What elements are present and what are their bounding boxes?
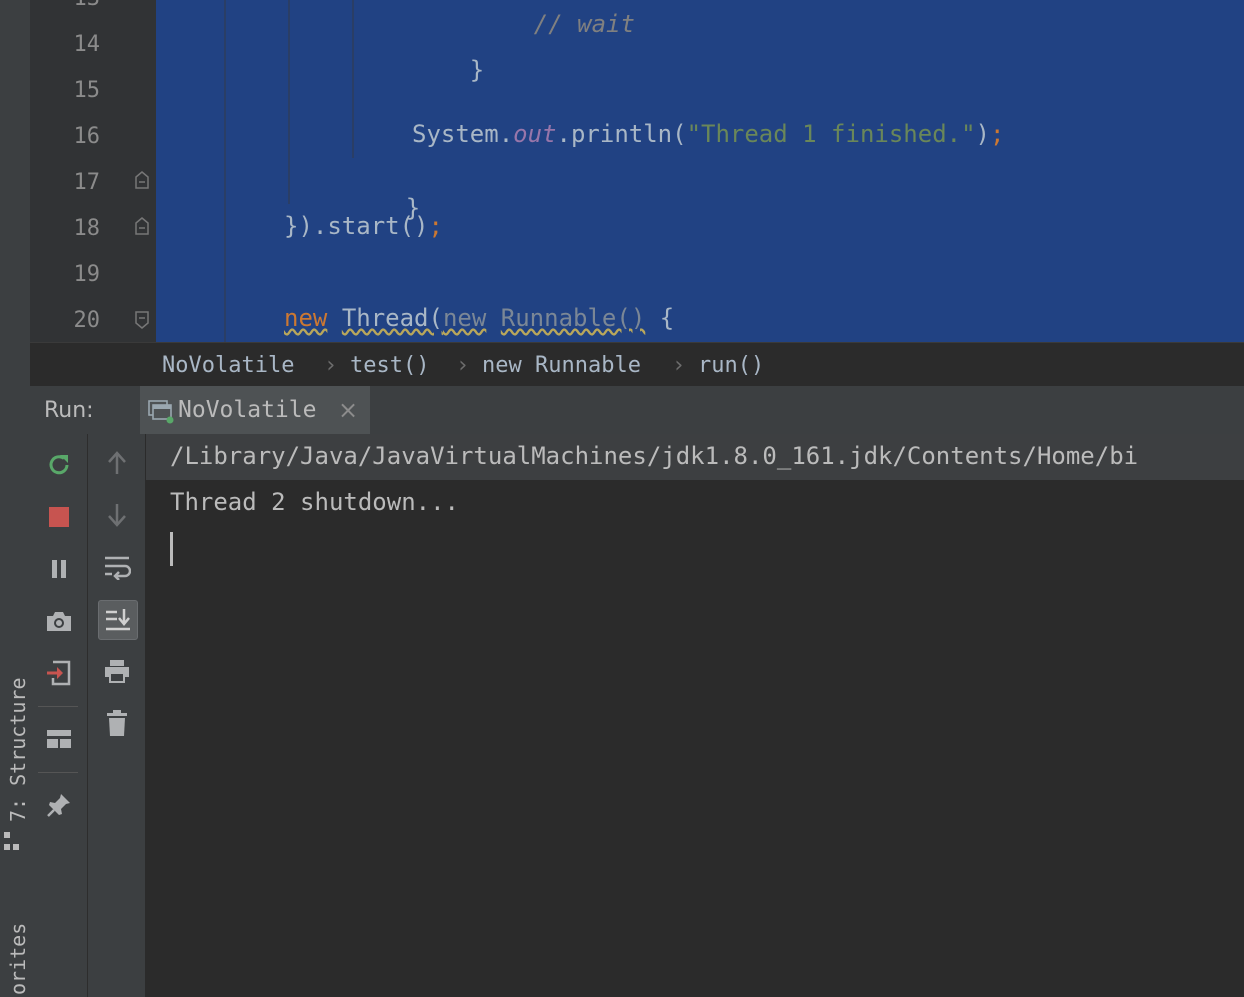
println-text: .println(: [556, 120, 687, 148]
stop-button[interactable]: [40, 498, 78, 536]
run-toolbar-primary: [30, 434, 88, 997]
semicolon: ;: [990, 120, 1005, 148]
rerun-button[interactable]: [40, 446, 78, 484]
code-line-20: new Thread(new Runnable() {: [284, 304, 674, 332]
fold-start-icon[interactable]: [134, 311, 150, 329]
new-keyword-grey: new: [442, 304, 487, 332]
restore-layout-button[interactable]: [40, 654, 78, 692]
structure-tab-label: 7: Structure: [6, 677, 30, 823]
string-literal: "Thread 1 finished.": [686, 120, 976, 148]
run-tool-window-header: Run: NoVolatile ×: [30, 386, 1244, 435]
indent-guide: [224, 0, 226, 342]
close-icon[interactable]: ×: [338, 396, 358, 424]
out-field: out: [513, 120, 557, 148]
chevron-right-icon: ›: [456, 353, 470, 378]
line-number: 19: [73, 262, 101, 287]
layout-button[interactable]: [40, 720, 78, 758]
line-number: 14: [73, 32, 101, 57]
restore-layout-icon: [47, 660, 71, 686]
open-brace: {: [659, 304, 675, 332]
previous-occurrence-button[interactable]: [98, 444, 136, 482]
console-output-line: Thread 2 shutdown...: [170, 488, 459, 516]
trash-icon: [107, 710, 127, 736]
indent-guide: [352, 0, 354, 158]
fold-end-icon[interactable]: [134, 217, 150, 235]
down-arrow-icon: [108, 504, 126, 527]
line-number: 18: [73, 216, 101, 241]
breadcrumb-item-class[interactable]: NoVolatile: [162, 353, 294, 378]
soft-wrap-icon: [105, 556, 131, 580]
scroll-to-end-icon: [106, 609, 130, 631]
breadcrumb-item-run[interactable]: run(): [698, 353, 764, 378]
scroll-to-end-button[interactable]: [98, 600, 138, 640]
code-editor[interactable]: // wait } System.out.println("Thread 1 f…: [156, 0, 1244, 342]
breadcrumb-item-runnable[interactable]: new Runnable: [482, 353, 641, 378]
semicolon: ;: [428, 212, 443, 240]
indent-guide: [288, 0, 290, 204]
favorites-tab-label: orites: [6, 922, 30, 995]
up-arrow-icon: [108, 451, 126, 474]
breadcrumb-item-method[interactable]: test(): [350, 353, 429, 378]
thread-class: Thread(: [341, 304, 443, 332]
brace-text: }: [469, 56, 485, 84]
chevron-right-icon: ›: [324, 353, 338, 378]
run-tab-label: NoVolatile: [178, 397, 317, 423]
line-number: 13: [70, 0, 101, 11]
code-line-14: }: [412, 28, 484, 112]
clear-all-button[interactable]: [98, 704, 136, 742]
runnable-text: Runnable(): [500, 304, 646, 332]
editor-gutter: 13 14 15 16 17 18 19 20: [30, 0, 156, 342]
print-icon: [105, 660, 129, 683]
console-output[interactable]: /Library/Java/JavaVirtualMachines/jdk1.8…: [146, 434, 1244, 997]
code-line-13: // wait: [476, 0, 635, 66]
run-label: Run:: [44, 398, 94, 423]
soft-wrap-button[interactable]: [98, 548, 136, 586]
toolbar-separator: [38, 772, 78, 773]
fold-end-icon[interactable]: [134, 171, 150, 189]
pin-tab-button[interactable]: [40, 786, 78, 824]
stop-icon: [49, 507, 69, 527]
pause-button[interactable]: [40, 550, 78, 588]
line-number: 16: [73, 124, 101, 149]
breadcrumb: NoVolatile › test() › new Runnable › run…: [30, 342, 1244, 387]
system-text: System.: [412, 120, 514, 148]
line-number: 15: [73, 78, 101, 103]
dump-threads-button[interactable]: [40, 602, 78, 640]
text-caret: [170, 532, 173, 566]
application-icon: [148, 400, 174, 424]
command-line-row: /Library/Java/JavaVirtualMachines/jdk1.8…: [146, 434, 1244, 480]
java-command-text: /Library/Java/JavaVirtualMachines/jdk1.8…: [170, 442, 1139, 470]
start-call: }).start(): [284, 212, 429, 240]
run-config-tab[interactable]: NoVolatile ×: [140, 386, 370, 434]
pin-icon: [47, 794, 70, 817]
left-tool-strip: 7: Structure orites: [0, 0, 31, 997]
camera-icon: [47, 612, 71, 631]
line-number: 20: [73, 308, 101, 333]
new-keyword: new: [284, 304, 328, 332]
code-line-18: }).start();: [284, 212, 443, 240]
pause-icon: [52, 560, 66, 578]
line-number: 17: [73, 170, 101, 195]
run-toolbar-secondary: [88, 434, 146, 997]
print-button[interactable]: [98, 652, 136, 690]
code-line-16: System.out.println("Thread 1 finished.")…: [412, 120, 1004, 148]
toolbar-separator: [38, 706, 78, 707]
structure-icon: [4, 832, 19, 852]
next-occurrence-button[interactable]: [98, 496, 136, 534]
layout-icon: [47, 730, 71, 748]
close-paren: ): [975, 120, 990, 148]
chevron-right-icon: ›: [672, 353, 686, 378]
rerun-icon: [49, 455, 69, 475]
comment-text: // wait: [533, 10, 635, 38]
